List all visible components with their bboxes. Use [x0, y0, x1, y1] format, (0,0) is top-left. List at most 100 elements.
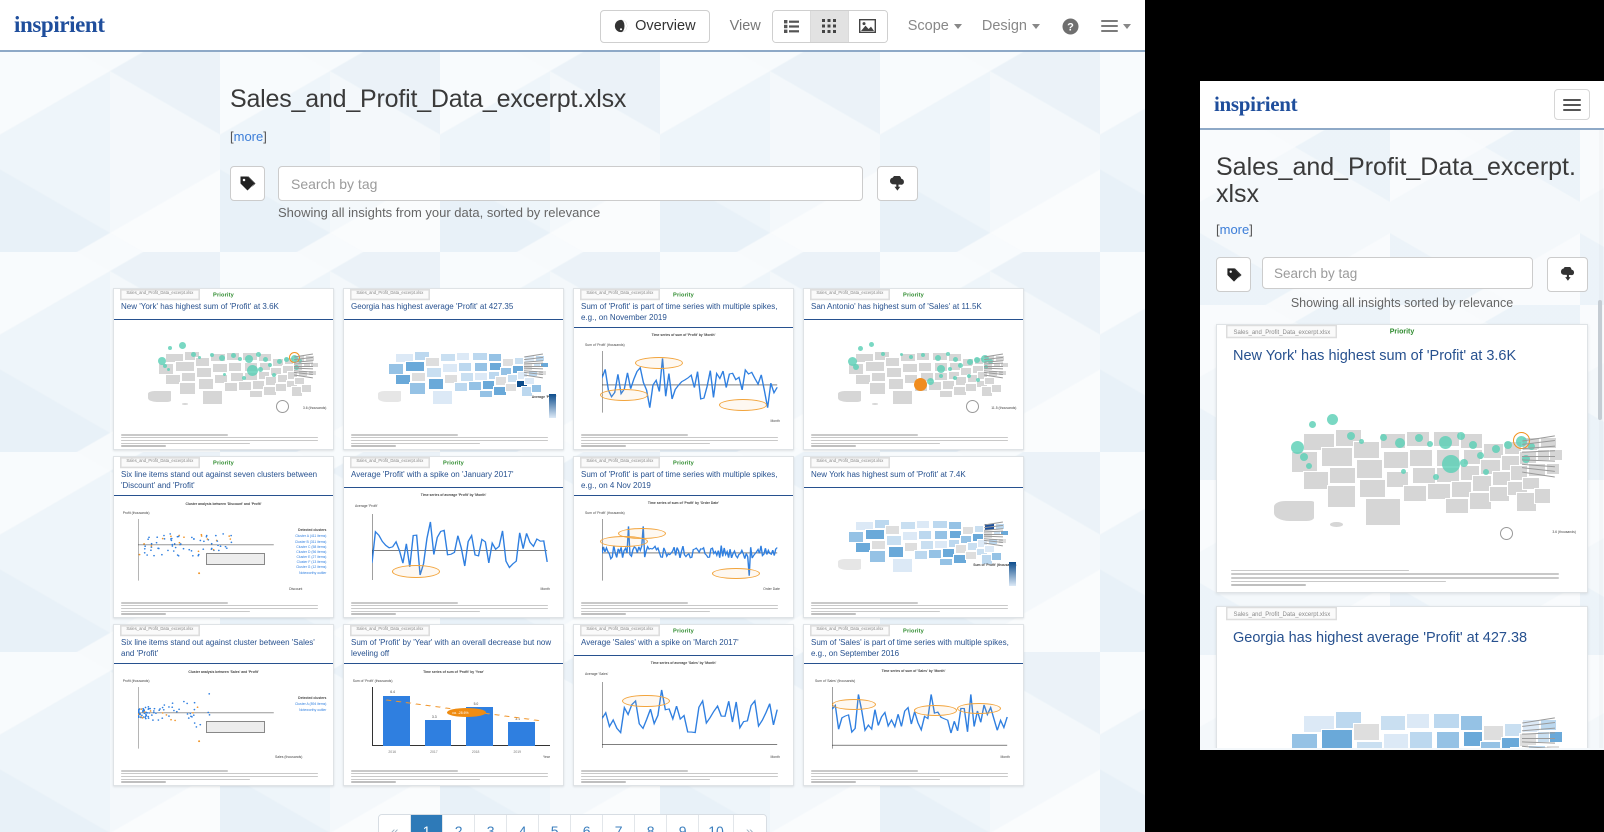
panel-scrollbar-thumb[interactable]	[1598, 300, 1602, 420]
pagination-page-8[interactable]: 8	[635, 815, 668, 832]
insight-card[interactable]: Sales_and_Profit_Data_excerpt.xlsx Georgi…	[343, 288, 564, 450]
panel-search-input[interactable]	[1262, 257, 1533, 289]
pagination-page-10[interactable]: 10	[699, 815, 734, 832]
panel-brand-logo[interactable]: inspirient	[1214, 92, 1298, 117]
map-bubble	[166, 368, 170, 372]
design-dropdown[interactable]: Design	[982, 18, 1040, 34]
insight-card[interactable]: Sales_and_Profit_Data_excerpt.xlsx Priori…	[573, 288, 794, 450]
pagination: «1 2 3 4 5 6 7 8 9 10»	[0, 814, 1145, 832]
panel-download-button[interactable]	[1547, 257, 1588, 292]
more-link[interactable]: more	[234, 129, 264, 144]
map-state	[1356, 458, 1383, 479]
page-body: Sales_and_Profit_Data_excerpt.xlsx [more…	[0, 52, 1145, 832]
line-chart: Time series of sum of 'Profit' by 'Order…	[574, 496, 793, 595]
card-footnote	[344, 427, 563, 449]
map-state	[916, 519, 931, 529]
view-mode-image-button[interactable]	[848, 10, 887, 42]
map-state	[1356, 740, 1383, 748]
insight-card[interactable]: Sales_and_Profit_Data_excerpt.xlsx Six li…	[113, 624, 334, 786]
map-legend-label: 3.6 (thousands)	[1552, 530, 1576, 535]
map-bubble	[868, 342, 874, 347]
map-state	[888, 546, 904, 558]
map-bubble	[1415, 433, 1424, 442]
insight-card[interactable]: Sales_and_Profit_Data_excerpt.xlsx Priori…	[803, 288, 1024, 450]
map-state	[405, 360, 425, 372]
insight-card[interactable]: Sales_and_Profit_Data_excerpt.xlsx Priori…	[803, 624, 1024, 786]
panel-insight-card[interactable]: Sales_and_Profit_Data_excerpt.xlsx Georgi…	[1216, 605, 1588, 748]
pagination-page-6[interactable]: 6	[571, 815, 604, 832]
chart-xlabel: Month	[540, 586, 550, 591]
tag-filter-button[interactable]	[230, 166, 265, 201]
map-state	[917, 529, 932, 540]
map-state	[1403, 484, 1428, 503]
chart-title: Time series of average 'Profit' by 'Mont…	[420, 493, 487, 498]
overview-button[interactable]: Overview	[600, 9, 710, 43]
map-state	[198, 378, 214, 390]
map-state	[454, 381, 469, 392]
chart-title: Time series of sum of 'Sales' by 'Month'	[881, 668, 946, 673]
brand-logo[interactable]: inspirient	[14, 12, 105, 38]
help-button[interactable]: ?	[1062, 18, 1079, 35]
panel-card-visualization	[1217, 657, 1587, 748]
pagination-page-2[interactable]: 2	[443, 815, 476, 832]
card-footnote	[344, 595, 563, 617]
panel-scrollbar[interactable]	[1598, 130, 1603, 748]
grid-icon	[822, 19, 837, 33]
chart-legend-entry: Noteworthy outlier	[299, 570, 327, 575]
insight-card[interactable]: Sales_and_Profit_Data_excerpt.xlsx Sum of…	[343, 624, 564, 786]
insight-card[interactable]: Sales_and_Profit_Data_excerpt.xlsx Priori…	[113, 288, 334, 450]
chart-legend-entry: Cluster D (56 items)	[296, 549, 327, 554]
map-state	[1290, 732, 1318, 748]
map-bubble	[973, 357, 980, 364]
map-state	[1320, 447, 1354, 467]
search-input[interactable]	[278, 166, 863, 201]
map-state	[868, 549, 887, 564]
chart-legend-entry: Cluster G (12 items)	[296, 565, 327, 570]
pagination-page-5[interactable]: 5	[539, 815, 572, 832]
map-state	[212, 362, 228, 373]
download-icon	[1560, 267, 1574, 281]
map-bubble	[858, 345, 864, 351]
pagination-page-3[interactable]: 3	[475, 815, 508, 832]
card-top-bar: Sales_and_Profit_Data_excerpt.xlsx Priori…	[574, 457, 793, 468]
panel-tag-filter-button[interactable]	[1216, 257, 1251, 292]
map-state	[1539, 437, 1558, 450]
map-state	[1459, 746, 1481, 748]
panel-menu-button[interactable]	[1554, 89, 1590, 120]
scope-dropdown[interactable]: Scope	[908, 18, 962, 34]
insight-card[interactable]: Sales_and_Profit_Data_excerpt.xlsx Priori…	[573, 456, 794, 618]
view-mode-grid-button[interactable]	[810, 10, 849, 42]
map-state	[902, 362, 918, 373]
download-button[interactable]	[877, 166, 918, 201]
scatter-chart: Cluster analysis between 'Sales' and 'Pr…	[114, 664, 333, 763]
map-state	[868, 381, 887, 396]
pagination-prev-button[interactable]: «	[379, 815, 412, 832]
map-visualization: Sum of 'Profit' (thousands)	[804, 488, 1023, 595]
card-visualization: Cluster analysis between 'Sales' and 'Pr…	[114, 664, 333, 763]
main-menu-button[interactable]	[1101, 17, 1131, 35]
insight-card[interactable]: Sales_and_Profit_Data_excerpt.xlsx New Yo…	[803, 456, 1024, 618]
download-icon	[889, 175, 904, 191]
pagination-page-4[interactable]: 4	[507, 815, 540, 832]
chart-ylabel: Sum of 'Profit' (thousands)	[352, 679, 393, 684]
map-state	[870, 539, 887, 550]
panel-insight-card[interactable]: Sales_and_Profit_Data_excerpt.xlsx Priori…	[1216, 324, 1588, 593]
panel-card-title: New York' has highest sum of 'Profit' at…	[1233, 348, 1517, 364]
card-top-bar: Sales_and_Profit_Data_excerpt.xlsx	[114, 625, 333, 636]
map-state	[870, 371, 887, 382]
map-state	[900, 520, 917, 530]
scope-label: Scope	[907, 18, 949, 34]
insight-card[interactable]: Sales_and_Profit_Data_excerpt.xlsx Priori…	[343, 456, 564, 618]
map-bubble	[168, 345, 173, 350]
pagination-page-9[interactable]: 9	[667, 815, 700, 832]
view-mode-list-button[interactable]	[772, 10, 811, 42]
panel-more-link[interactable]: more	[1220, 222, 1250, 237]
pagination-page-7[interactable]: 7	[603, 815, 636, 832]
card-top-bar: Sales_and_Profit_Data_excerpt.xlsx Priori…	[574, 289, 793, 300]
card-file-tag: Sales_and_Profit_Data_excerpt.xlsx	[350, 625, 430, 636]
card-title: Sum of 'Profit' is part of time series w…	[574, 300, 793, 328]
insight-card[interactable]: Sales_and_Profit_Data_excerpt.xlsx Priori…	[573, 624, 794, 786]
pagination-page-1[interactable]: 1	[411, 815, 444, 832]
insight-card[interactable]: Sales_and_Profit_Data_excerpt.xlsx Priori…	[113, 456, 334, 618]
pagination-next-button[interactable]: »	[733, 815, 766, 832]
